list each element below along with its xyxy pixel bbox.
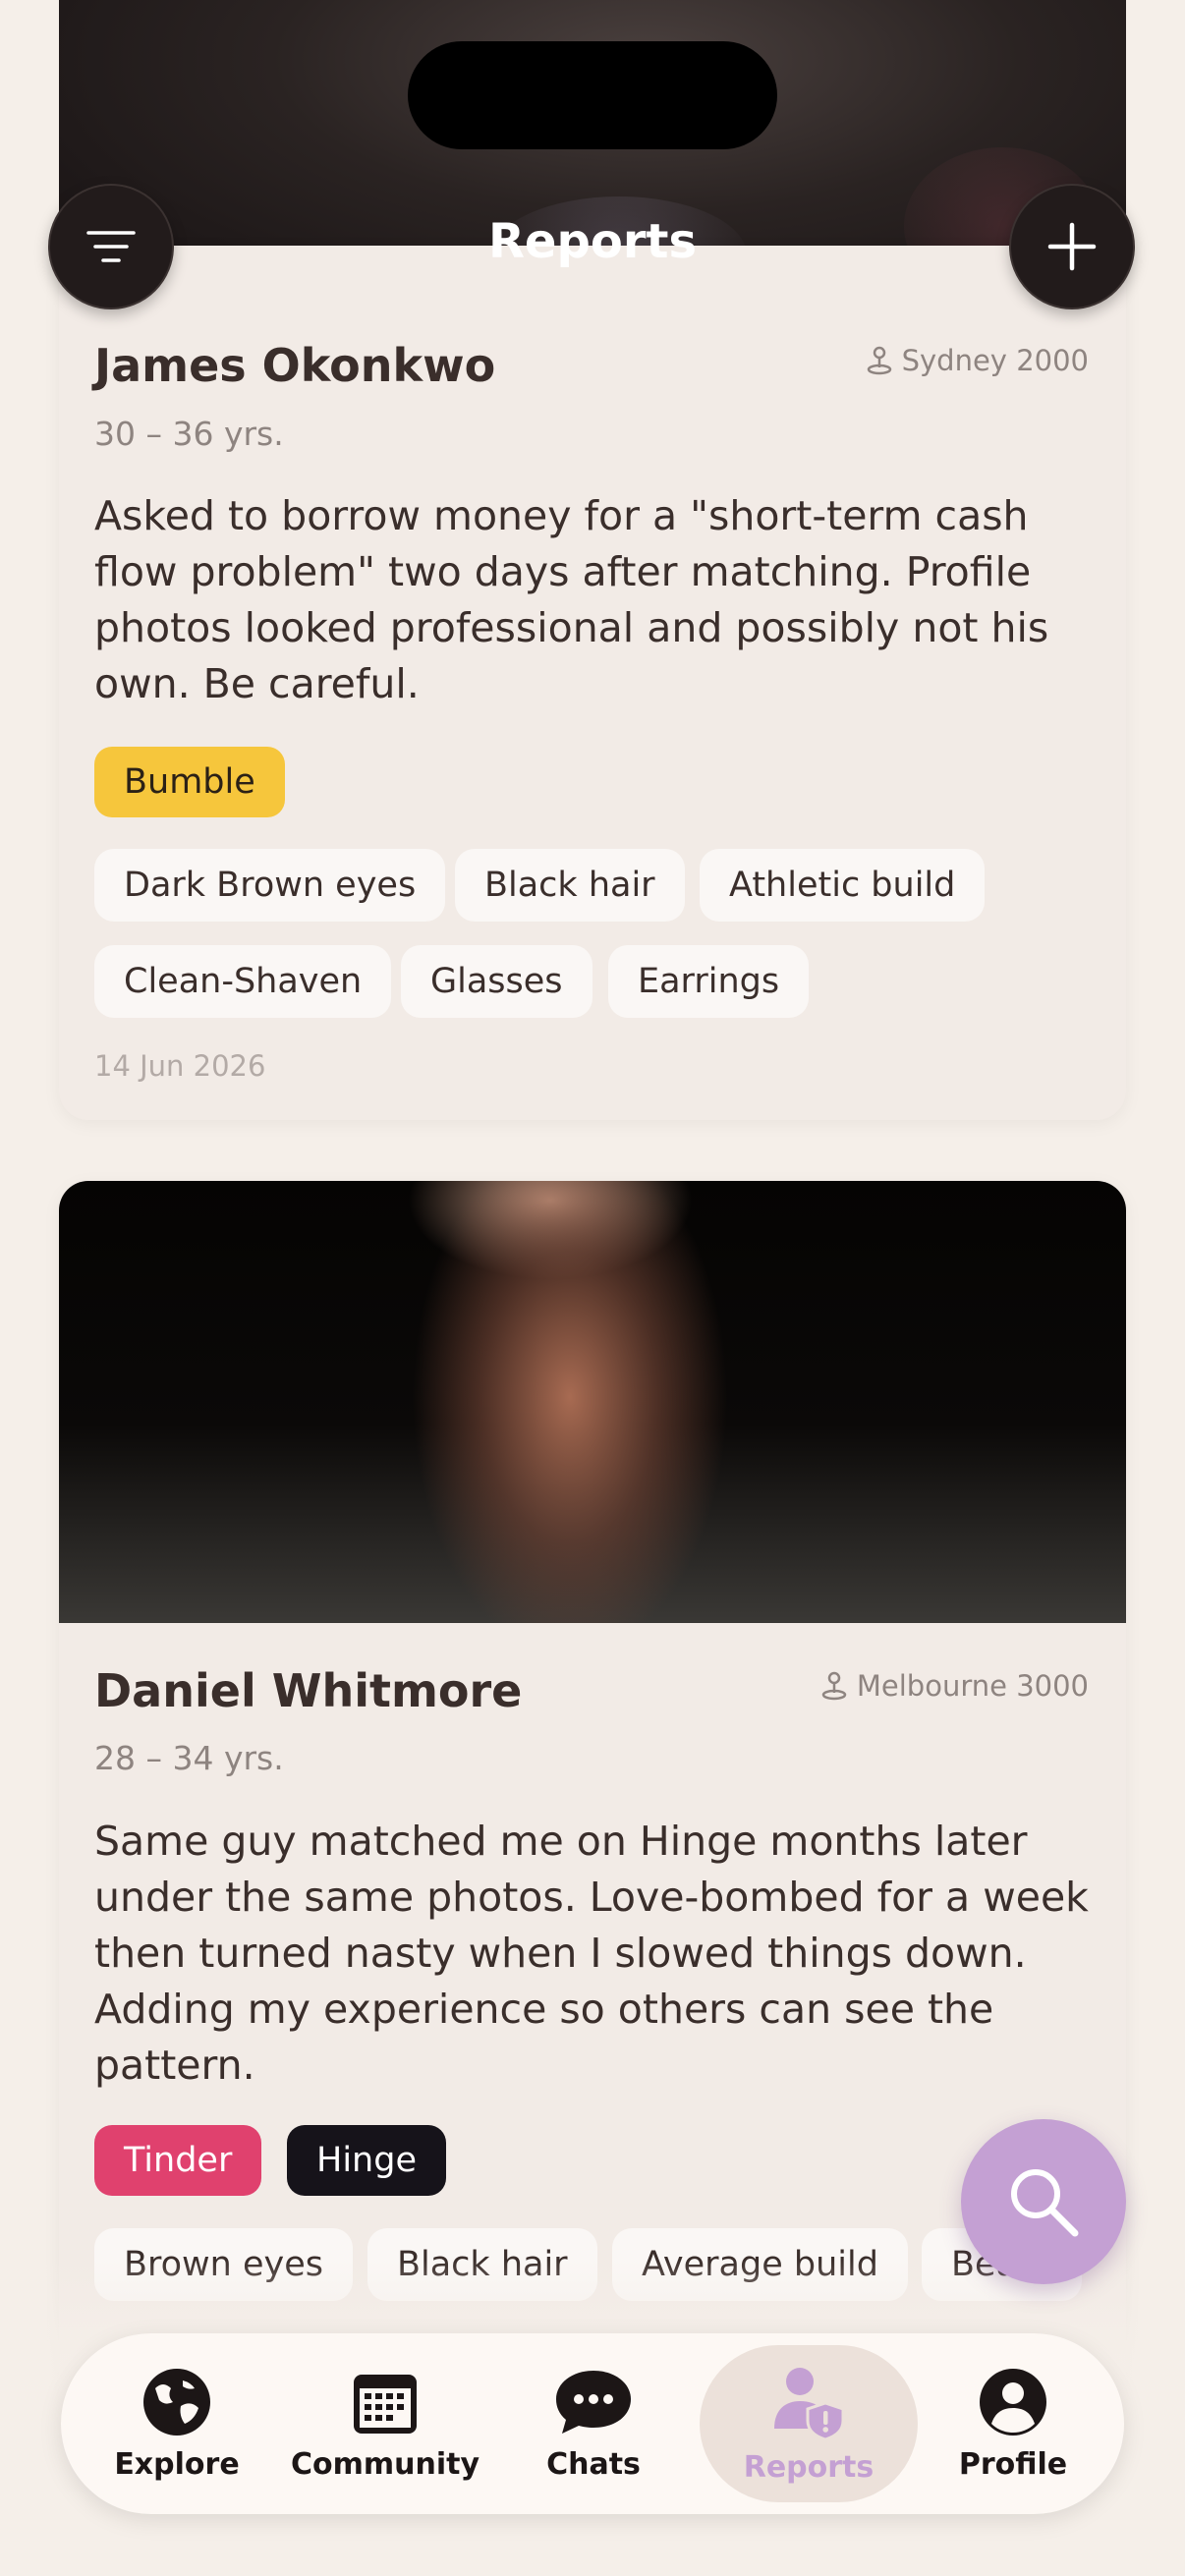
profile-icon bbox=[980, 2368, 1046, 2436]
report-description: Same guy matched me on Hinge months late… bbox=[94, 1818, 1089, 2089]
pin-icon bbox=[867, 346, 891, 375]
location-label: Sydney 2000 bbox=[901, 344, 1089, 377]
dynamic-island bbox=[408, 41, 777, 149]
trait-chip: Glasses bbox=[401, 945, 592, 1018]
report-location: Melbourne 3000 bbox=[821, 1669, 1089, 1703]
page-title: Reports bbox=[487, 214, 698, 269]
nav-label: Chats bbox=[546, 2446, 641, 2482]
trait-chip: Athletic build bbox=[700, 849, 986, 922]
nav-label: Explore bbox=[114, 2446, 240, 2482]
report-description: Asked to borrow money for a "short-term … bbox=[94, 492, 1049, 707]
nav-label: Profile bbox=[958, 2446, 1068, 2482]
nav-item-reports[interactable]: Reports bbox=[700, 2333, 918, 2514]
app-badge-bumble: Bumble bbox=[94, 747, 285, 817]
bottom-navigation: Explore Community Chats Reports Profile bbox=[61, 2333, 1124, 2514]
app-badge-tinder: Tinder bbox=[94, 2125, 262, 2196]
globe-icon bbox=[143, 2368, 210, 2436]
report-age-range: 28 – 34 yrs. bbox=[94, 1739, 284, 1777]
trait-chip: Dark Brown eyes bbox=[94, 849, 446, 922]
pin-icon bbox=[821, 1671, 847, 1701]
trait-chip: Black hair bbox=[455, 849, 685, 922]
chat-bubble-icon bbox=[556, 2370, 631, 2434]
nav-item-chats[interactable]: Chats bbox=[515, 2333, 672, 2514]
nav-label: Reports bbox=[743, 2449, 875, 2485]
trait-chip: Earrings bbox=[608, 945, 810, 1018]
search-icon bbox=[1011, 2169, 1079, 2237]
report-name: James Okonkwo bbox=[94, 339, 496, 392]
person-shield-icon bbox=[774, 2367, 845, 2440]
search-button[interactable] bbox=[961, 2119, 1126, 2284]
add-report-button[interactable] bbox=[1009, 184, 1135, 309]
nav-item-community[interactable]: Community bbox=[287, 2333, 483, 2514]
nav-item-profile[interactable]: Profile bbox=[930, 2333, 1097, 2514]
nav-item-explore[interactable]: Explore bbox=[88, 2333, 265, 2514]
nav-label: Community bbox=[290, 2446, 480, 2482]
trait-chip: Clean-Shaven bbox=[94, 945, 392, 1018]
report-date: 14 Jun 2026 bbox=[94, 1049, 266, 1083]
report-card[interactable]: James Okonkwo Sydney 2000 30 – 36 yrs. A… bbox=[59, 246, 1126, 1120]
report-name: Daniel Whitmore bbox=[94, 1664, 523, 1717]
app-badge-hinge: Hinge bbox=[287, 2125, 446, 2196]
calendar-icon bbox=[354, 2374, 417, 2434]
report-location: Sydney 2000 bbox=[867, 344, 1089, 377]
plus-icon bbox=[1047, 222, 1097, 271]
report-photo bbox=[59, 1181, 1126, 1623]
report-age-range: 30 – 36 yrs. bbox=[94, 415, 284, 453]
location-label: Melbourne 3000 bbox=[856, 1669, 1089, 1703]
